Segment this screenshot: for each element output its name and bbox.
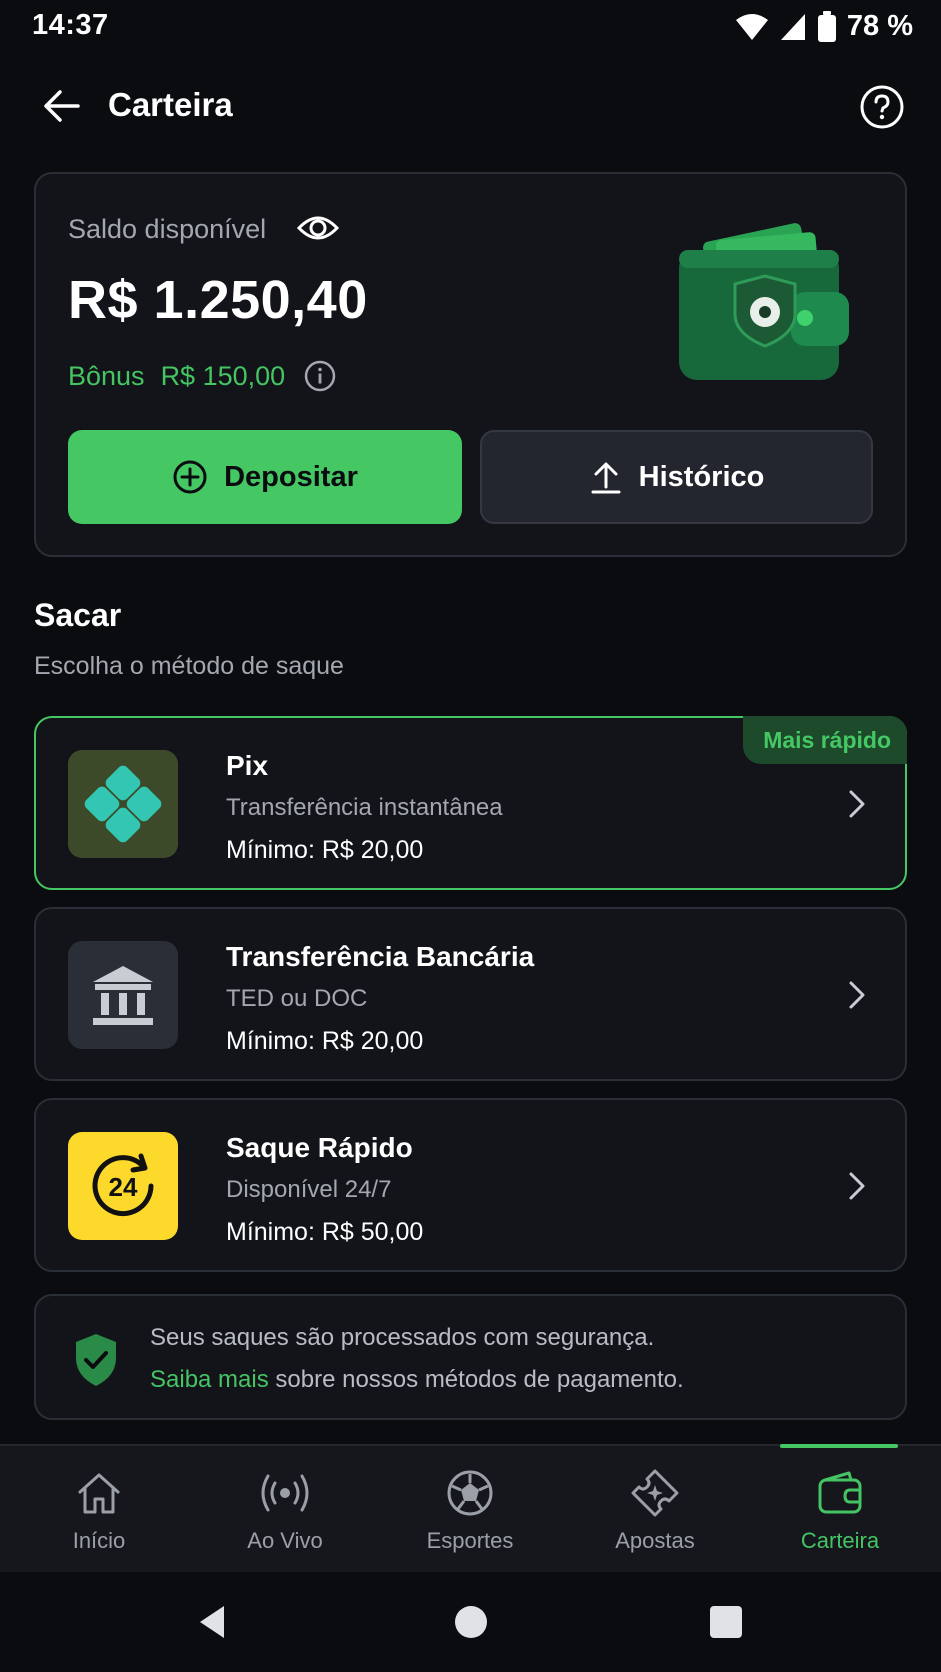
home-icon [78, 1473, 120, 1514]
method-title: Transferência Bancária [226, 941, 535, 972]
app-header: Carteira [0, 74, 941, 138]
withdraw-section-subtitle: Escolha o método de saque [34, 652, 344, 680]
upload-icon [591, 462, 621, 494]
arrow-left-icon [44, 90, 80, 122]
system-home-icon[interactable] [449, 1600, 493, 1644]
nav-label: Esportes [426, 1528, 514, 1553]
nav-item-home[interactable]: Início [24, 1446, 174, 1570]
method-subtitle: TED ou DOC [226, 985, 368, 1012]
bonus-label: Bônus [68, 360, 145, 391]
chevron-right-icon [849, 790, 865, 818]
balance-card: Saldo disponível R$ 1.250,40 Bônus R$ 15… [34, 172, 907, 557]
method-title: Pix [226, 750, 269, 781]
bottom-nav: Início Ao Vivo Esportes Apostas Carteira [0, 1444, 941, 1572]
system-back-icon[interactable] [190, 1600, 234, 1644]
method-card-bank-transfer[interactable]: Transferência Bancária TED ou DOC Mínimo… [34, 907, 907, 1081]
balance-value: R$ 1.250,40 [68, 270, 368, 330]
ticket-icon [631, 1469, 679, 1517]
history-label: Histórico [638, 460, 765, 493]
chevron-right-icon [849, 981, 865, 1009]
method-subtitle: Disponível 24/7 [226, 1176, 392, 1203]
signal-icon [780, 13, 805, 40]
method-card-quick-withdraw[interactable]: 24 Saque Rápido Disponível 24/7 Mínimo: … [34, 1098, 907, 1272]
method-minimum: Mínimo: R$ 50,00 [226, 1218, 424, 1246]
chevron-right-icon [849, 1172, 865, 1200]
svg-text:24: 24 [109, 1172, 138, 1202]
method-minimum: Mínimo: R$ 20,00 [226, 836, 424, 864]
fastest-badge: Mais rápido [743, 716, 907, 764]
status-bar: 14:37 78 % [0, 0, 941, 56]
nav-label: Ao Vivo [247, 1528, 323, 1553]
info-icon[interactable] [303, 359, 337, 393]
security-text: Seus saques são processados com seguranç… [150, 1324, 655, 1351]
security-text-rest: sobre nossos métodos de pagamento. [268, 1366, 684, 1393]
shield-check-icon [76, 1334, 116, 1386]
status-icons: 78 % [735, 10, 913, 43]
nav-item-live[interactable]: Ao Vivo [210, 1446, 360, 1570]
page-title: Carteira [108, 86, 233, 123]
wallet-screen: 14:37 78 % Carteira Saldo disponível R$ … [0, 0, 941, 1672]
method-title: Saque Rápido [226, 1132, 413, 1163]
wifi-icon [735, 13, 768, 40]
method-card-pix[interactable]: Pix Transferência instantânea Mínimo: R$… [34, 716, 907, 890]
soccer-ball-icon [447, 1470, 493, 1516]
live-icon [261, 1474, 309, 1512]
bonus-row: Bônus R$ 150,00 [68, 359, 337, 393]
nav-label: Carteira [800, 1528, 880, 1553]
plus-circle-icon [173, 460, 207, 494]
nav-label: Início [72, 1528, 126, 1553]
battery-percent: 78 % [846, 10, 913, 42]
bonus-value: R$ 150,00 [160, 360, 286, 391]
security-text-2: Saiba mais sobre nossos métodos de pagam… [150, 1366, 684, 1394]
nav-item-sports[interactable]: Esportes [395, 1446, 545, 1570]
security-note: Seus saques são processados com seguranç… [34, 1294, 907, 1420]
nav-item-bets[interactable]: Apostas [580, 1446, 730, 1570]
help-circle-icon[interactable] [859, 84, 905, 130]
eye-icon[interactable] [296, 208, 340, 248]
system-nav-bar [0, 1572, 941, 1672]
system-recents-icon[interactable] [704, 1600, 748, 1644]
wallet-illustration [679, 223, 849, 380]
deposit-button[interactable]: Depositar [68, 430, 462, 524]
nav-item-wallet[interactable]: Carteira [765, 1446, 915, 1570]
deposit-label: Depositar [224, 460, 358, 493]
bank-icon [68, 941, 178, 1049]
withdraw-section-title: Sacar [34, 597, 122, 633]
nav-label: Apostas [615, 1528, 695, 1553]
24h-icon: 24 [68, 1132, 178, 1240]
balance-label: Saldo disponível [68, 214, 267, 244]
status-time: 14:37 [32, 9, 109, 41]
back-button[interactable] [38, 84, 86, 128]
learn-more-link[interactable]: Saiba mais [150, 1366, 269, 1393]
battery-icon [817, 10, 836, 42]
history-button[interactable]: Histórico [480, 430, 873, 524]
pix-icon [68, 750, 178, 858]
method-minimum: Mínimo: R$ 20,00 [226, 1027, 424, 1055]
method-subtitle: Transferência instantânea [226, 794, 503, 821]
wallet-icon [818, 1471, 862, 1514]
